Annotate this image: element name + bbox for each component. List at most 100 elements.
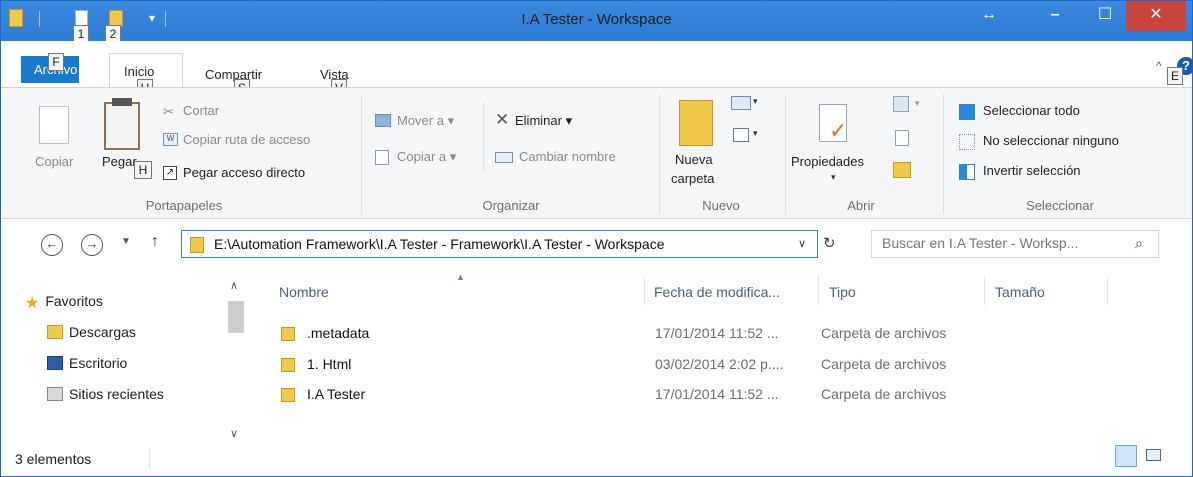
address-dropdown-icon[interactable]: ∨: [798, 237, 806, 250]
delete-icon: ✕: [495, 110, 510, 129]
desktop-icon: [47, 356, 63, 370]
column-separator[interactable]: [818, 277, 819, 305]
up-button[interactable]: ↑: [151, 233, 159, 251]
cut-button[interactable]: Cortar: [183, 103, 219, 118]
group-label-select: Seleccionar: [1026, 198, 1094, 213]
group-label-clipboard: Portapapeles: [145, 198, 223, 213]
search-input[interactable]: [882, 235, 1127, 251]
column-header-type[interactable]: Tipo: [829, 284, 856, 300]
minimize-ribbon-icon[interactable]: ^: [1156, 59, 1162, 73]
nav-scrollbar[interactable]: ∧ ∨: [225, 279, 245, 441]
nav-item-recent[interactable]: Sitios recientes: [47, 386, 164, 402]
group-separator: [785, 94, 786, 214]
copy-to-label: Copiar a: [397, 149, 447, 164]
move-to-button[interactable]: Mover a ▾: [397, 113, 454, 129]
nav-item-label: Escritorio: [69, 355, 128, 371]
file-name: I.A Tester: [307, 386, 366, 402]
status-bar: 3 elementos: [1, 441, 1192, 476]
file-name: .metadata: [307, 325, 370, 341]
nav-item-downloads[interactable]: Descargas: [47, 324, 136, 340]
resize-icon: ↔: [981, 6, 997, 23]
large-icons-icon: [1146, 449, 1161, 461]
group-separator: [361, 94, 362, 214]
scroll-up-icon[interactable]: ∧: [230, 279, 238, 292]
column-separator[interactable]: [984, 277, 985, 305]
scroll-down-icon[interactable]: ∨: [230, 427, 238, 440]
file-type: Carpeta de archivos: [821, 325, 947, 341]
delete-button[interactable]: Eliminar ▾: [515, 113, 572, 129]
table-row[interactable]: 1. Html 03/02/2014 2:02 p.... Carpeta de…: [271, 353, 991, 377]
ribbon: Copiar Pegar H ✂ Cortar W Copiar ruta de…: [1, 87, 1192, 219]
close-button[interactable]: ✕: [1126, 1, 1186, 31]
file-name: 1. Html: [307, 356, 352, 372]
delete-label: Eliminar: [515, 113, 562, 128]
nav-item-label: Descargas: [69, 324, 136, 340]
rename-button[interactable]: Cambiar nombre: [519, 149, 616, 164]
search-box[interactable]: ⌕: [871, 230, 1159, 258]
file-list: ▲ Nombre Fecha de modifica... Tipo Tamañ…: [251, 269, 1191, 441]
copy-path-button[interactable]: Copiar ruta de acceso: [183, 132, 310, 147]
forward-button[interactable]: →: [81, 234, 103, 256]
nav-item-label: Favoritos: [45, 293, 103, 309]
select-all-icon: [959, 104, 975, 120]
keytip-e: E: [1167, 67, 1183, 85]
column-separator[interactable]: [644, 277, 645, 305]
history-icon[interactable]: [893, 162, 911, 178]
folder-icon: [281, 327, 295, 341]
address-path[interactable]: E:\Automation Framework\I.A Tester - Fra…: [214, 236, 664, 252]
address-row: ← → ▼ ↑ E:\Automation Framework\I.A Test…: [1, 219, 1192, 269]
title-bar[interactable]: 1 2 ▾ I.A Tester - Workspace ↔ – ☐ ✕: [1, 1, 1192, 43]
paste-icon: [104, 102, 140, 150]
column-header-date[interactable]: Fecha de modifica...: [654, 284, 780, 300]
window-title: I.A Tester - Workspace: [521, 11, 672, 28]
recent-locations-icon[interactable]: ▼: [121, 236, 131, 247]
group-label-new: Nuevo: [702, 198, 740, 213]
file-date: 17/01/2014 11:52 ...: [655, 386, 779, 402]
navigation-pane: ★ Favoritos Descargas Escritorio Sitios r…: [1, 269, 244, 441]
scroll-thumb[interactable]: [228, 301, 244, 333]
column-header-size[interactable]: Tamaño: [995, 284, 1045, 300]
easy-access-icon[interactable]: [733, 128, 749, 142]
recent-places-icon: [47, 387, 63, 401]
column-header-name[interactable]: Nombre: [279, 284, 329, 300]
new-folder-button[interactable]: Nueva: [675, 152, 713, 167]
paste-shortcut-icon: ↗: [163, 166, 177, 180]
select-none-button[interactable]: No seleccionar ninguno: [983, 133, 1119, 148]
star-icon: ★: [25, 295, 40, 312]
paste-button[interactable]: Pegar: [102, 154, 137, 169]
paste-shortcut-button[interactable]: Pegar acceso directo: [183, 165, 305, 180]
address-bar[interactable]: E:\Automation Framework\I.A Tester - Fra…: [181, 230, 818, 258]
edit-icon[interactable]: [895, 130, 909, 146]
search-icon[interactable]: ⌕: [1135, 235, 1143, 252]
invert-selection-button[interactable]: Invertir selección: [983, 163, 1081, 178]
new-item-icon[interactable]: [731, 96, 751, 110]
nav-item-favorites[interactable]: ★ Favoritos: [25, 293, 103, 312]
group-separator: [943, 94, 944, 214]
table-row[interactable]: .metadata 17/01/2014 11:52 ... Carpeta d…: [271, 322, 991, 346]
copy-to-button[interactable]: Copiar a ▾: [397, 149, 456, 165]
properties-button[interactable]: Propiedades: [791, 154, 864, 169]
chevron-down-icon: ▾: [753, 96, 758, 106]
chevron-down-icon: ▾: [831, 172, 836, 182]
details-view-button[interactable]: [1115, 445, 1137, 467]
nav-item-desktop[interactable]: Escritorio: [47, 355, 127, 371]
refresh-button[interactable]: ↻: [823, 234, 836, 252]
large-icons-view-button[interactable]: [1143, 445, 1165, 467]
move-to-label: Mover a: [397, 113, 444, 128]
back-button[interactable]: ←: [41, 234, 63, 256]
copy-button[interactable]: Copiar: [35, 154, 73, 169]
minimize-button[interactable]: –: [1035, 1, 1075, 31]
item-count: 3 elementos: [15, 451, 92, 467]
select-all-button[interactable]: Seleccionar todo: [983, 103, 1080, 118]
open-icon[interactable]: [893, 96, 909, 112]
keytip-f: F: [48, 53, 64, 71]
chevron-down-icon: ▾: [753, 128, 758, 138]
separator: [483, 102, 484, 172]
table-row[interactable]: I.A Tester 17/01/2014 11:52 ... Carpeta …: [271, 383, 991, 407]
downloads-icon: [47, 325, 63, 339]
new-folder-button-line2[interactable]: carpeta: [671, 171, 714, 186]
maximize-button[interactable]: ☐: [1085, 1, 1125, 31]
column-separator[interactable]: [1107, 277, 1108, 305]
file-date: 17/01/2014 11:52 ...: [655, 325, 779, 341]
group-label-open: Abrir: [847, 198, 875, 213]
